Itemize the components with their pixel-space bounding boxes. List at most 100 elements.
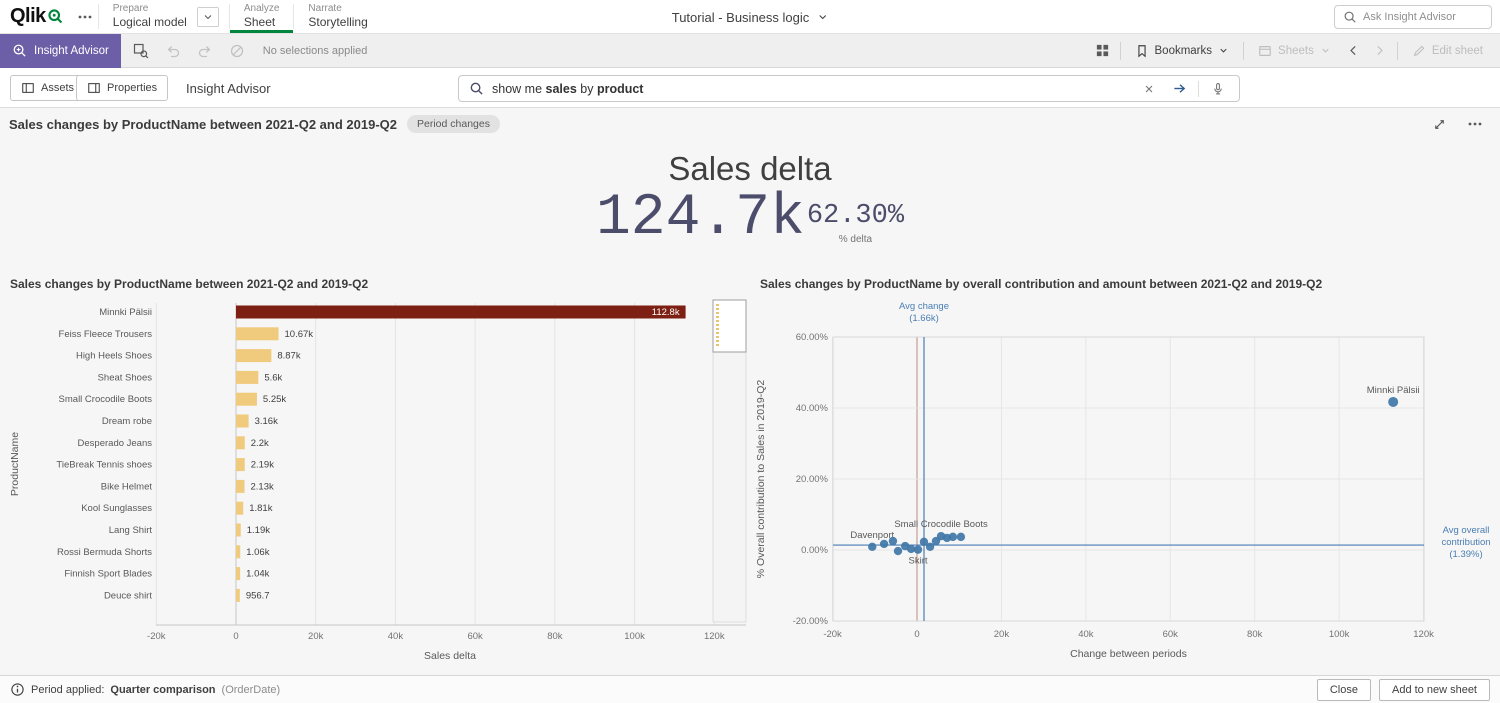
grid-icon xyxy=(1095,43,1110,58)
search-icon xyxy=(1343,10,1357,24)
expand-icon xyxy=(1432,117,1447,132)
app-overview-button[interactable] xyxy=(1091,39,1115,63)
svg-text:20k: 20k xyxy=(994,629,1010,640)
nav-narrate-label: Storytelling xyxy=(308,15,367,30)
ask-insight-advisor-search[interactable]: Ask Insight Advisor xyxy=(1334,5,1492,29)
svg-text:Small Crocodile Boots: Small Crocodile Boots xyxy=(894,519,988,530)
nav-analyze[interactable]: Analyze Sheet xyxy=(230,0,294,33)
properties-button[interactable]: Properties xyxy=(76,75,168,101)
sheets-button[interactable]: Sheets xyxy=(1249,38,1340,64)
bar-chart[interactable]: -20k020k40k60k80k100k120kMinnki Pälsii11… xyxy=(0,295,750,671)
period-field: (OrderDate) xyxy=(222,684,281,696)
svg-text:100k: 100k xyxy=(624,631,645,642)
result-header: Sales changes by ProductName between 202… xyxy=(9,115,1486,133)
svg-text:Lang Shirt: Lang Shirt xyxy=(109,525,153,536)
svg-text:Deuce shirt: Deuce shirt xyxy=(104,590,152,601)
properties-panel-icon xyxy=(87,81,101,95)
insight-advisor-icon xyxy=(12,43,27,58)
search-icon xyxy=(469,81,484,96)
search-placeholder: Ask Insight Advisor xyxy=(1363,11,1456,23)
edit-sheet-button[interactable]: Edit sheet xyxy=(1403,38,1492,64)
svg-text:Avg change: Avg change xyxy=(899,301,949,312)
chevron-down-icon xyxy=(816,11,828,23)
period-applied-label: Period applied: xyxy=(31,684,104,696)
assets-label: Assets xyxy=(41,82,74,94)
insight-advisor-label: Insight Advisor xyxy=(34,45,109,57)
submit-query-button[interactable] xyxy=(1168,78,1190,100)
previous-sheet-button[interactable] xyxy=(1342,39,1366,63)
svg-text:Minnki Pälsii: Minnki Pälsii xyxy=(99,307,152,318)
insight-advisor-title: Insight Advisor xyxy=(186,68,271,108)
app-title-dropdown[interactable]: Tutorial - Business logic xyxy=(672,0,829,34)
collapse-expand-button[interactable] xyxy=(1428,117,1450,132)
no-selections-label: No selections applied xyxy=(263,45,368,57)
result-title: Sales changes by ProductName between 202… xyxy=(9,117,397,132)
kpi-value: 124.7k xyxy=(596,191,805,246)
divider xyxy=(1397,42,1398,60)
chevron-down-icon xyxy=(202,11,214,23)
voice-input-button[interactable] xyxy=(1207,78,1229,100)
kpi-delta-value: 62.30% xyxy=(807,203,904,230)
svg-text:Change between periods: Change between periods xyxy=(1070,648,1187,660)
more-horizontal-icon xyxy=(77,9,93,25)
redo-icon xyxy=(197,43,213,59)
insight-advisor-toggle-button[interactable]: Insight Advisor xyxy=(0,34,121,68)
assets-button[interactable]: Assets xyxy=(10,75,85,101)
divider xyxy=(1198,81,1199,97)
svg-text:20.00%: 20.00% xyxy=(796,474,829,485)
svg-text:956.7: 956.7 xyxy=(246,590,270,601)
microphone-icon xyxy=(1211,82,1225,96)
toolbar-right-group: Bookmarks Sheets Edit sheet xyxy=(1091,34,1500,67)
selections-tool-button[interactable] xyxy=(129,39,153,63)
chevron-right-icon xyxy=(1373,44,1386,57)
scatter-chart-panel: Sales changes by ProductName by overall … xyxy=(750,273,1500,671)
qlik-logo[interactable]: Qlik xyxy=(0,0,72,33)
svg-text:0.00%: 0.00% xyxy=(801,545,828,556)
global-menu-button[interactable] xyxy=(72,0,98,33)
clear-selections-button[interactable] xyxy=(225,39,249,63)
svg-text:TieBreak Tennis shoes: TieBreak Tennis shoes xyxy=(56,460,152,471)
insight-search-box[interactable]: show me sales by product xyxy=(458,75,1240,102)
svg-text:1.81k: 1.81k xyxy=(249,503,272,514)
kpi-values: 124.7k 62.30% % delta xyxy=(0,191,1500,246)
result-header-actions xyxy=(1428,116,1486,132)
nav-prepare[interactable]: Prepare Logical model xyxy=(99,0,201,33)
svg-text:Rossi Bermuda Shorts: Rossi Bermuda Shorts xyxy=(57,547,152,558)
insight-query-input[interactable]: show me sales by product xyxy=(492,82,1130,96)
svg-text:Skirt: Skirt xyxy=(909,556,928,567)
divider xyxy=(1120,42,1121,60)
kpi-delta-block: 62.30% % delta xyxy=(807,203,904,245)
sheets-label: Sheets xyxy=(1278,45,1314,57)
svg-text:80k: 80k xyxy=(547,631,563,642)
svg-text:10.67k: 10.67k xyxy=(285,329,314,340)
add-to-new-sheet-button[interactable]: Add to new sheet xyxy=(1379,679,1490,701)
chevron-left-icon xyxy=(1347,44,1360,57)
result-more-menu-button[interactable] xyxy=(1464,116,1486,132)
close-button[interactable]: Close xyxy=(1317,679,1371,701)
footer-bar: Period applied: Quarter comparison (Orde… xyxy=(0,675,1500,703)
scatter-chart[interactable]: -20k020k40k60k80k100k120k-20.00%0.00%20.… xyxy=(750,295,1500,671)
svg-text:100k: 100k xyxy=(1329,629,1350,640)
svg-text:-20.00%: -20.00% xyxy=(793,616,829,627)
nav-narrate[interactable]: Narrate Storytelling xyxy=(294,0,381,33)
pencil-icon xyxy=(1412,44,1426,58)
qlik-logo-text: Qlik xyxy=(10,5,46,28)
svg-text:(1.66k): (1.66k) xyxy=(909,313,939,324)
svg-text:Small Crocodile Boots: Small Crocodile Boots xyxy=(59,394,153,405)
bar-chart-panel: Sales changes by ProductName between 202… xyxy=(0,273,750,671)
svg-text:40k: 40k xyxy=(1078,629,1094,640)
clear-query-button[interactable] xyxy=(1138,78,1160,100)
svg-text:contribution: contribution xyxy=(1441,537,1490,548)
svg-text:-20k: -20k xyxy=(823,629,842,640)
next-sheet-button[interactable] xyxy=(1368,39,1392,63)
bookmarks-button[interactable]: Bookmarks xyxy=(1126,38,1239,64)
svg-text:40k: 40k xyxy=(388,631,404,642)
svg-text:% Overall contribution to Sale: % Overall contribution to Sales in 2019-… xyxy=(755,380,767,579)
kpi-sales-delta[interactable]: Sales delta 124.7k 62.30% % delta xyxy=(0,150,1500,246)
properties-label: Properties xyxy=(107,82,157,94)
clear-selections-icon xyxy=(229,43,245,59)
chevron-down-icon xyxy=(1218,45,1229,56)
qlik-lens-icon xyxy=(47,8,64,25)
step-back-button[interactable] xyxy=(161,39,185,63)
step-forward-button[interactable] xyxy=(193,39,217,63)
